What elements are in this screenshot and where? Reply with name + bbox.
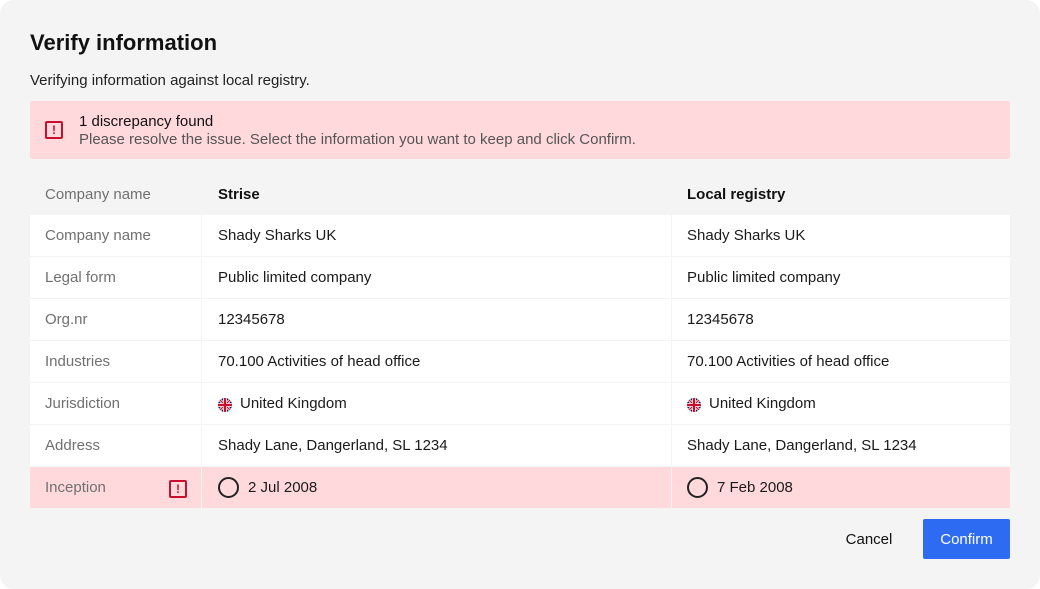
header-strise: Strise bbox=[218, 185, 260, 203]
row-label: Jurisdiction bbox=[30, 383, 201, 424]
row-label: Company name bbox=[30, 215, 201, 256]
table-row: Legal form Public limited company Public… bbox=[30, 257, 1010, 298]
strise-option[interactable]: 2 Jul 2008 bbox=[202, 467, 671, 508]
confirm-button[interactable]: Confirm bbox=[923, 519, 1010, 559]
comparison-table: Company name Strise Local registry Compa… bbox=[30, 174, 1010, 508]
row-label: Address bbox=[30, 425, 201, 466]
strise-value: 70.100 Activities of head office bbox=[202, 341, 671, 382]
uk-flag-icon bbox=[218, 397, 232, 412]
jurisdiction-text: United Kingdom bbox=[240, 395, 347, 412]
inception-label: Inception bbox=[45, 479, 106, 496]
row-label: Legal form bbox=[30, 257, 201, 298]
registry-value: 12345678 bbox=[672, 299, 1010, 340]
registry-radio-button[interactable] bbox=[687, 477, 708, 498]
registry-value: United Kingdom bbox=[672, 383, 1010, 424]
table-row: Jurisdiction United Kingdom United Kingd… bbox=[30, 383, 1010, 424]
header-local-registry: Local registry bbox=[687, 185, 786, 203]
uk-flag-icon bbox=[687, 397, 701, 412]
dialog-subtitle: Verifying information against local regi… bbox=[30, 72, 310, 89]
registry-value: 70.100 Activities of head office bbox=[672, 341, 1010, 382]
strise-inception-value: 2 Jul 2008 bbox=[248, 479, 318, 496]
strise-value: 12345678 bbox=[202, 299, 671, 340]
strise-value: Shady Sharks UK bbox=[202, 215, 671, 256]
table-header: Company name Strise Local registry bbox=[30, 174, 1010, 214]
strise-value: Shady Lane, Dangerland, SL 1234 bbox=[202, 425, 671, 466]
alert-message: Please resolve the issue. Select the inf… bbox=[79, 131, 636, 148]
row-label: Industries bbox=[30, 341, 201, 382]
registry-option[interactable]: 7 Feb 2008 bbox=[672, 467, 1010, 508]
row-label: Inception ! bbox=[30, 467, 201, 508]
table-row: Org.nr 12345678 12345678 bbox=[30, 299, 1010, 340]
verify-information-dialog: Verify information Verifying information… bbox=[0, 0, 1040, 589]
cancel-button[interactable]: Cancel bbox=[836, 519, 902, 559]
registry-value: Public limited company bbox=[672, 257, 1010, 298]
strise-value: United Kingdom bbox=[202, 383, 671, 424]
registry-value: Shady Sharks UK bbox=[672, 215, 1010, 256]
dialog-title: Verify information bbox=[30, 30, 218, 55]
table-row: Industries 70.100 Activities of head off… bbox=[30, 341, 1010, 382]
header-label: Company name bbox=[45, 185, 151, 203]
table-row-conflict: Inception ! 2 Jul 2008 7 Feb 2008 bbox=[30, 467, 1010, 508]
alert-title: 1 discrepancy found bbox=[79, 113, 214, 130]
jurisdiction-text: United Kingdom bbox=[709, 395, 816, 412]
table-row: Company name Shady Sharks UK Shady Shark… bbox=[30, 215, 1010, 256]
strise-value: Public limited company bbox=[202, 257, 671, 298]
row-label: Org.nr bbox=[30, 299, 201, 340]
table-row: Address Shady Lane, Dangerland, SL 1234 … bbox=[30, 425, 1010, 466]
registry-value: Shady Lane, Dangerland, SL 1234 bbox=[672, 425, 1010, 466]
registry-inception-value: 7 Feb 2008 bbox=[717, 479, 793, 496]
warning-square-icon: ! bbox=[45, 121, 63, 139]
warning-square-icon: ! bbox=[169, 480, 187, 498]
discrepancy-alert: ! 1 discrepancy found Please resolve the… bbox=[30, 101, 1010, 159]
strise-radio-button[interactable] bbox=[218, 477, 239, 498]
